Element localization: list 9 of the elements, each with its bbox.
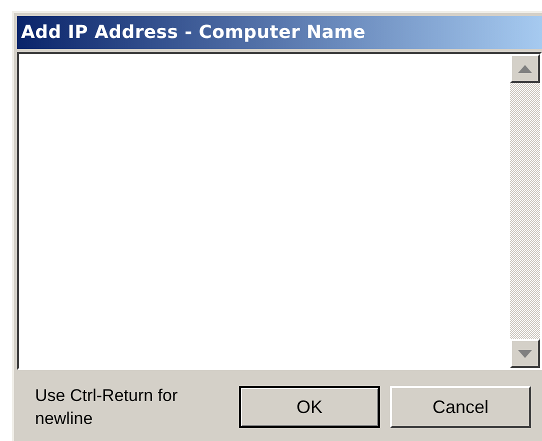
window-title: Add IP Address - Computer Name xyxy=(21,21,366,45)
dialog-button[interactable]: Cancel xyxy=(390,386,531,428)
scroll-up-button[interactable] xyxy=(510,54,540,83)
up-arrow-icon xyxy=(518,64,532,72)
scrollbar[interactable] xyxy=(510,54,540,368)
scroll-down-button[interactable] xyxy=(510,339,540,368)
dialog-button[interactable]: OK xyxy=(239,386,380,428)
down-arrow-icon xyxy=(518,350,532,358)
hint-text: Use Ctrl-Return for newline xyxy=(35,385,179,430)
